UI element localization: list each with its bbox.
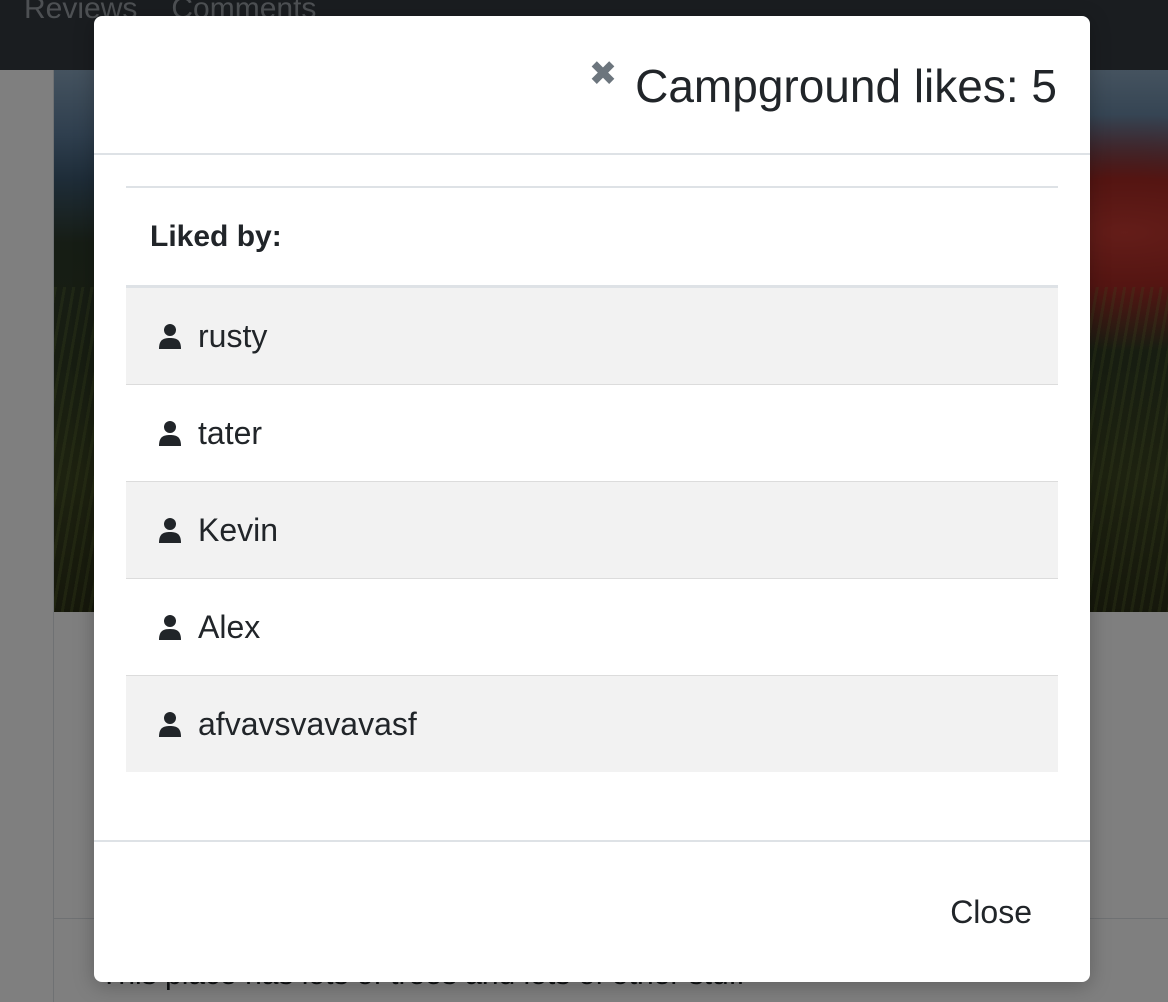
user-name: rusty [198, 317, 268, 354]
user-name: Alex [198, 608, 261, 645]
modal-body: Liked by: rusty tater Kevin Alex afvavsv… [126, 186, 1058, 772]
list-item: rusty [126, 288, 1058, 385]
liked-by-header: Liked by: [126, 188, 1058, 288]
modal-footer: Close [94, 840, 1090, 984]
user-icon [158, 517, 182, 543]
modal-header: ✖ Campground likes: 5 [94, 16, 1090, 155]
user-icon [158, 323, 182, 349]
list-item: Kevin [126, 482, 1058, 579]
close-icon[interactable]: ✖ [588, 56, 618, 92]
list-item: Alex [126, 579, 1058, 676]
modal-title: Campground likes: 5 [635, 60, 1057, 112]
user-name: tater [198, 414, 263, 451]
user-name: Kevin [198, 511, 279, 548]
user-name: afvavsvavavasf [198, 705, 417, 742]
user-icon [158, 711, 182, 737]
likes-list: Liked by: rusty tater Kevin Alex afvavsv… [126, 186, 1058, 772]
user-list: rusty tater Kevin Alex afvavsvavavasf [126, 288, 1058, 772]
list-item: afvavsvavavasf [126, 676, 1058, 772]
user-icon [158, 420, 182, 446]
likes-modal: ✖ Campground likes: 5 Liked by: rusty ta… [94, 16, 1090, 982]
close-button[interactable]: Close [950, 894, 1032, 931]
list-item: tater [126, 385, 1058, 482]
user-icon [158, 614, 182, 640]
